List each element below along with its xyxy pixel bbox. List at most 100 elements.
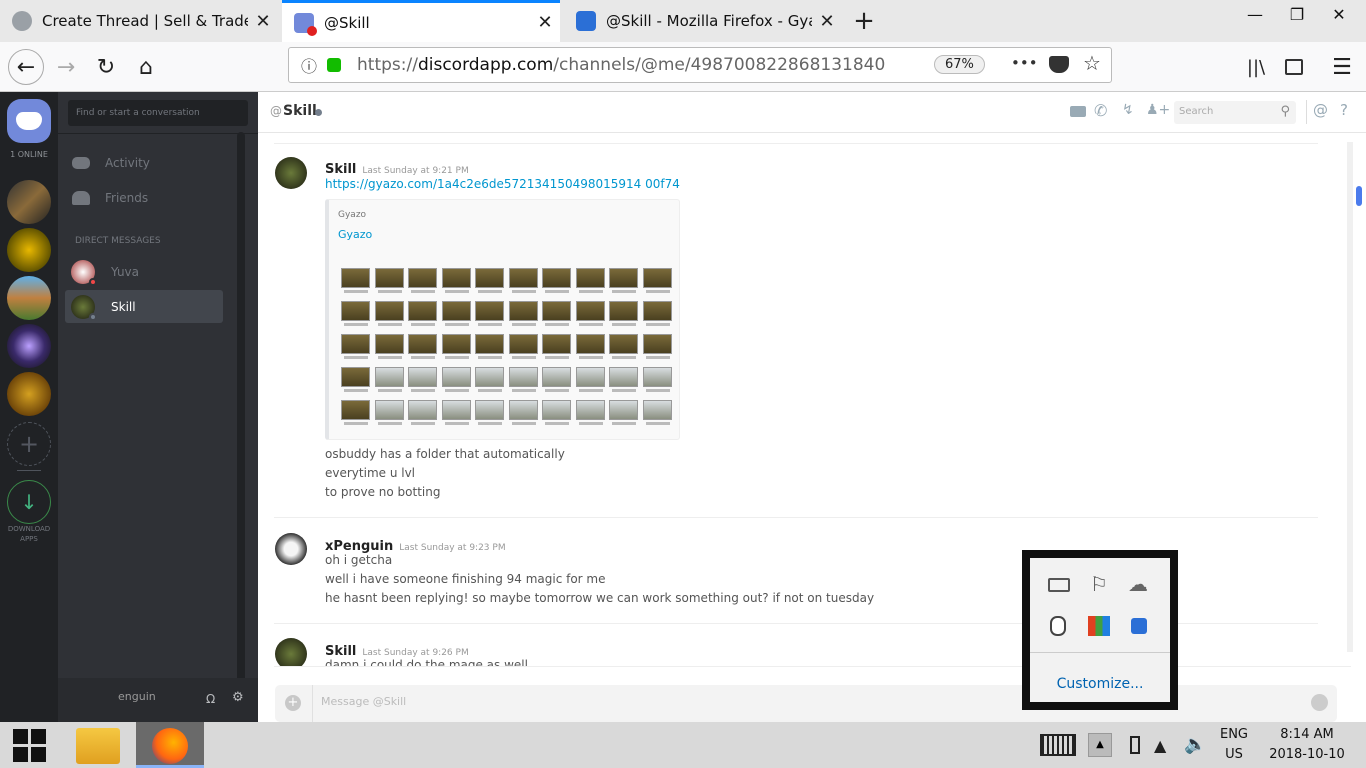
add-server-icon[interactable]: + <box>7 422 51 466</box>
battery-icon[interactable] <box>1130 736 1140 754</box>
find-conversation-input[interactable]: Find or start a conversation <box>68 100 248 126</box>
avatar <box>71 294 97 321</box>
nav-friends[interactable]: Friends <box>72 191 148 205</box>
embed-thumbnail-caption <box>411 422 435 425</box>
bookmark-star-icon[interactable]: ☆ <box>1083 51 1101 75</box>
input-language[interactable]: ENG US <box>1214 725 1254 765</box>
avatar[interactable] <box>275 638 307 666</box>
mentions-icon[interactable]: @ <box>1313 101 1328 119</box>
upload-icon[interactable]: + <box>285 695 301 711</box>
tab-create-thread[interactable]: Create Thread | Sell & Trade Ga ✕ <box>0 0 278 42</box>
embed-thumbnail-caption <box>612 290 636 293</box>
embed-thumbnail-caption <box>344 323 368 326</box>
zoom-indicator[interactable]: 67% <box>934 55 985 74</box>
tab-gyazo[interactable]: @Skill - Mozilla Firefox - Gyazo ✕ <box>564 0 842 42</box>
chat-scrollbar[interactable] <box>1347 142 1353 652</box>
taskbar-firefox[interactable] <box>136 722 204 768</box>
close-tab-icon[interactable]: ✕ <box>248 11 278 32</box>
embed-provider: Gyazo <box>338 210 367 220</box>
embed-thumbnail-caption <box>545 356 569 359</box>
voice-call-icon[interactable]: ✆ <box>1094 101 1107 120</box>
pocket-icon[interactable] <box>1049 56 1069 73</box>
discord-tab-icon <box>294 12 317 36</box>
server-icon-misfits[interactable] <box>7 228 51 272</box>
embed-thumbnail <box>508 334 538 354</box>
dm-item-yuva[interactable]: Yuva <box>65 256 223 288</box>
close-window-button[interactable]: ✕ <box>1316 0 1362 28</box>
pin-icon[interactable]: ↯ <box>1122 102 1134 118</box>
discord-home-icon[interactable] <box>7 99 51 143</box>
gyazo-tray-icon[interactable] <box>1131 618 1147 634</box>
embed-thumbnail-caption <box>344 422 368 425</box>
file-explorer-icon[interactable] <box>76 728 120 764</box>
message-group-clip: Skill Last Sunday at 9:26 PM damn i could… <box>258 624 1343 666</box>
embed-thumbnail-caption <box>545 389 569 392</box>
flag-icon[interactable]: ⚐ <box>1090 572 1108 596</box>
sidebar-icon[interactable] <box>1276 49 1312 85</box>
colorful-app-icon[interactable] <box>1088 616 1110 636</box>
clock[interactable]: 8:14 AM 2018-10-10 <box>1262 725 1352 765</box>
volume-icon[interactable]: 🔈 <box>1184 734 1206 755</box>
add-friend-icon[interactable]: ♟+ <box>1146 102 1170 118</box>
home-button[interactable]: ⌂ <box>128 49 164 85</box>
search-box[interactable]: Search ⚲ <box>1174 101 1296 124</box>
embed-thumbnail <box>642 301 672 321</box>
server-icon-gold[interactable] <box>7 372 51 416</box>
avatar[interactable] <box>275 157 307 189</box>
hamburger-menu-icon[interactable]: ☰ <box>1324 49 1360 85</box>
back-button[interactable]: ← <box>8 49 44 85</box>
message-author[interactable]: Skill <box>325 162 356 177</box>
message-link[interactable]: https://gyazo.com/1a4c2e6de5721341504980… <box>325 177 680 191</box>
tray-chevron-up-icon[interactable]: ▲ <box>1088 733 1112 757</box>
start-button[interactable] <box>12 728 46 762</box>
embed-thumbnail <box>441 334 471 354</box>
friends-icon <box>72 191 90 205</box>
keyboard-icon[interactable] <box>1040 734 1076 756</box>
settings-gear-icon[interactable]: ⚙ <box>232 690 244 705</box>
cloud-icon[interactable]: ☁ <box>1128 572 1148 596</box>
nav-activity[interactable]: Activity <box>72 156 150 170</box>
embed-thumbnail-caption <box>511 290 536 293</box>
nav-activity-label: Activity <box>105 156 150 170</box>
dm-item-skill[interactable]: Skill <box>65 290 223 323</box>
library-icon[interactable]: ||\ <box>1238 49 1274 85</box>
scroll-indicator[interactable] <box>1356 186 1362 206</box>
help-icon[interactable]: ? <box>1340 101 1348 119</box>
close-tab-icon[interactable]: ✕ <box>812 11 842 32</box>
avatar[interactable] <box>275 533 307 565</box>
forward-arrow-icon: → <box>56 54 76 80</box>
scrollbar[interactable] <box>237 132 245 717</box>
tab-skill[interactable]: @Skill ✕ <box>282 0 560 42</box>
server-icon[interactable] <box>7 180 51 224</box>
embed-image[interactable] <box>341 268 676 433</box>
url-host: discordapp.com <box>417 55 554 75</box>
close-tab-icon[interactable]: ✕ <box>530 12 560 33</box>
embed-thumbnail <box>408 400 437 420</box>
maximize-button[interactable]: ❐ <box>1274 0 1320 28</box>
embed-thumbnail-caption <box>444 389 469 392</box>
headphones-icon[interactable]: Ω <box>206 692 215 706</box>
network-icon[interactable]: ▲ <box>1154 736 1166 755</box>
message-line: damn i could do the mage as well <box>325 658 528 666</box>
emoji-icon[interactable] <box>1311 694 1328 711</box>
forward-button[interactable]: → <box>48 49 84 85</box>
page-actions-menu[interactable]: ••• <box>1011 54 1038 72</box>
embed-thumbnail <box>609 334 638 354</box>
embed-thumbnail <box>508 268 538 288</box>
minimize-button[interactable]: — <box>1232 0 1278 28</box>
server-icon[interactable] <box>7 324 51 368</box>
video-call-icon[interactable] <box>1070 106 1086 117</box>
embed-thumbnail-caption <box>545 422 569 425</box>
info-icon[interactable]: ⓘ <box>301 53 317 77</box>
mouse-icon[interactable] <box>1050 616 1066 636</box>
url-bar[interactable]: ⓘ https://discordapp.com/channels/@me/49… <box>288 47 1112 83</box>
tray-app-icon[interactable] <box>1048 578 1070 592</box>
download-apps-icon[interactable]: ↓ <box>7 480 51 524</box>
divider <box>58 133 258 134</box>
customize-link[interactable]: Customize... <box>1030 676 1170 692</box>
embed-title[interactable]: Gyazo <box>338 228 372 241</box>
embed-thumbnail-caption <box>377 323 402 326</box>
new-tab-button[interactable]: + <box>845 0 883 42</box>
reload-button[interactable]: ↻ <box>88 49 124 85</box>
server-icon[interactable] <box>7 276 51 320</box>
